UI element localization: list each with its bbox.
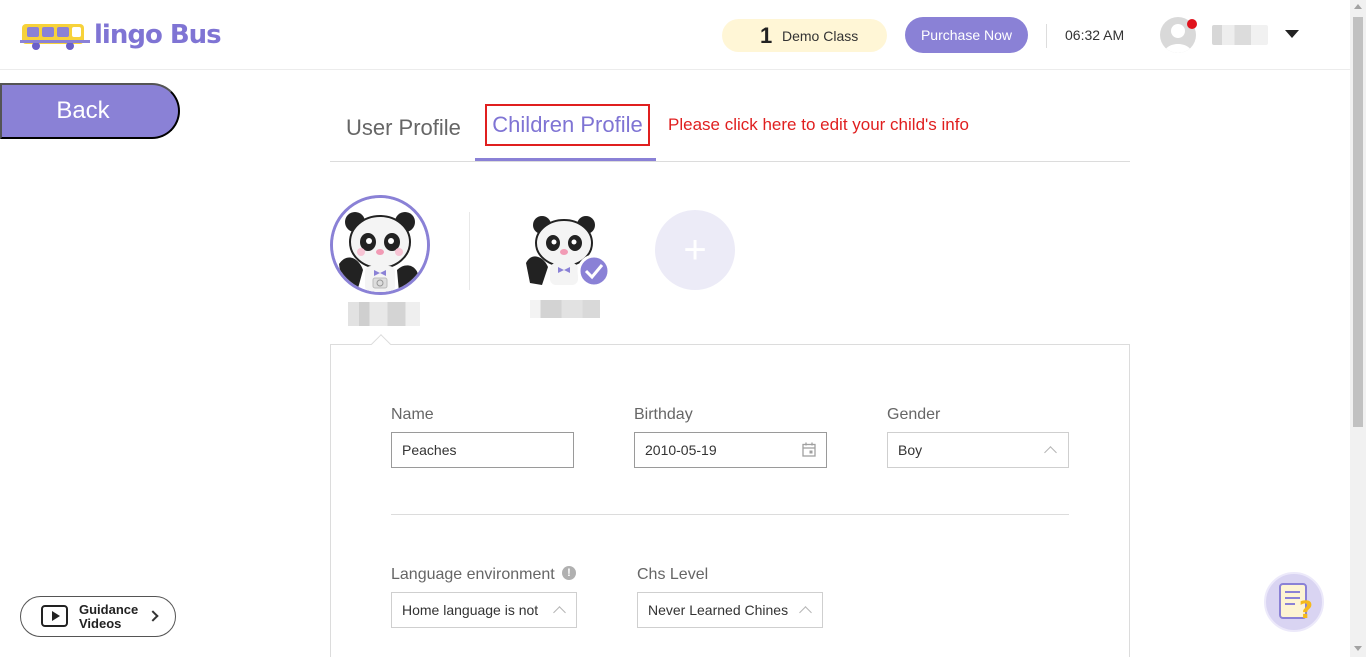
top-header: lingo Bus 1 Demo Class Purchase Now 06:3…	[0, 0, 1350, 70]
scroll-up-arrow-icon[interactable]	[1354, 4, 1362, 9]
chevron-right-icon	[147, 610, 159, 622]
calendar-icon[interactable]	[802, 442, 816, 457]
help-button[interactable]: ?	[1264, 572, 1324, 632]
notification-dot	[1187, 19, 1197, 29]
birthday-input[interactable]: 2010-05-19	[634, 432, 827, 468]
language-environment-select[interactable]: Home language is not	[391, 592, 577, 628]
chs-level-label: Chs Level	[637, 566, 709, 583]
chs-level-select[interactable]: Never Learned Chines	[637, 592, 823, 628]
panda-avatar-icon	[333, 198, 427, 292]
gender-select-value: Boy	[898, 442, 923, 458]
form-divider	[391, 514, 1069, 515]
plus-icon: +	[683, 227, 707, 272]
lingobus-logo[interactable]: lingo Bus	[20, 16, 222, 54]
current-time: 06:32 AM	[1065, 27, 1125, 43]
svg-text:?: ?	[1299, 596, 1313, 624]
brand-name: lingo Bus	[94, 20, 222, 50]
child-avatar-selected[interactable]	[330, 195, 430, 295]
child-avatar-2[interactable]	[520, 205, 611, 295]
demo-class-count: 1	[760, 22, 773, 48]
gender-label: Gender	[887, 406, 941, 423]
blurred-child-name-2	[530, 300, 600, 318]
chs-level-value: Never Learned Chines	[648, 602, 789, 618]
demo-class-label: Demo Class	[782, 27, 859, 44]
name-input-value: Peaches	[402, 442, 457, 458]
children-separator	[469, 212, 470, 290]
help-document-icon: ?	[1279, 583, 1313, 624]
tab-user-profile[interactable]: User Profile	[346, 115, 461, 141]
blurred-child-name-1	[348, 302, 420, 326]
name-input[interactable]: Peaches	[391, 432, 574, 468]
edit-child-hint: Please click here to edit your child's i…	[668, 115, 969, 134]
language-environment-label: Language environment	[391, 566, 555, 583]
page-scrollbar[interactable]	[1350, 0, 1366, 657]
tab-children-profile[interactable]: Children Profile	[485, 104, 650, 146]
purchase-now-button[interactable]: Purchase Now	[905, 17, 1028, 53]
info-icon[interactable]: !	[562, 566, 576, 580]
header-divider	[1046, 24, 1047, 48]
guidance-videos-button[interactable]: Guidance Videos	[20, 596, 176, 637]
tab-children-profile-label: Children Profile	[492, 112, 643, 137]
language-environment-value: Home language is not	[402, 602, 539, 618]
guidance-line-2: Videos	[79, 616, 122, 631]
name-label: Name	[391, 406, 434, 423]
gender-select[interactable]: Boy	[887, 432, 1069, 468]
panda-avatar-icon	[526, 216, 611, 288]
add-child-button[interactable]: +	[655, 210, 735, 290]
account-dropdown-icon[interactable]	[1285, 30, 1299, 38]
tabs-divider	[330, 161, 1130, 162]
back-button[interactable]: Back	[0, 83, 180, 139]
birthday-input-value: 2010-05-19	[645, 442, 717, 458]
demo-class-badge[interactable]: 1 Demo Class	[722, 19, 887, 52]
scroll-down-arrow-icon[interactable]	[1354, 646, 1362, 651]
scrollbar-thumb[interactable]	[1353, 17, 1363, 427]
bus-logo-icon	[20, 24, 90, 50]
birthday-label: Birthday	[634, 406, 693, 423]
guidance-line-1: Guidance	[79, 602, 139, 617]
blurred-username	[1212, 25, 1268, 45]
video-play-icon	[41, 605, 68, 627]
guidance-videos-label: Guidance Videos	[79, 603, 138, 631]
